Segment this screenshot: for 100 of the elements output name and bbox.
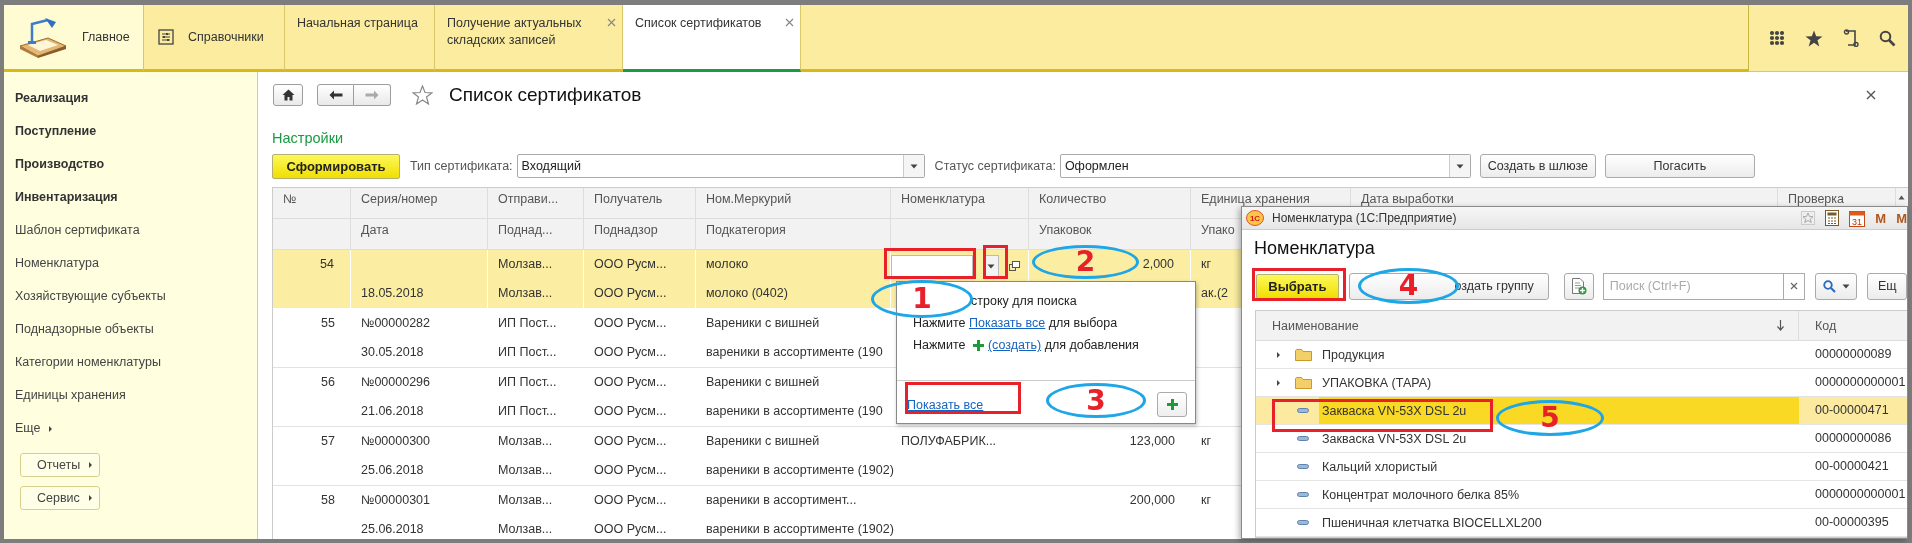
sidebar-item[interactable]: Шаблон сертификата <box>15 222 140 255</box>
open-window-icon[interactable] <box>1009 261 1020 271</box>
list-row[interactable]: Пшеничная клетчатка BIOCELLXL200 00-00000395 <box>1256 509 1907 537</box>
table-cell: вареники в ассортименте (190 <box>706 404 883 418</box>
app-logo-icon: 1С <box>1246 210 1264 226</box>
plus-icon <box>1166 399 1178 410</box>
add-button[interactable] <box>1157 392 1187 417</box>
home-button[interactable] <box>273 84 303 106</box>
item-code: 00-00000471 <box>1815 403 1889 417</box>
menu-button[interactable]: Сервис <box>20 486 100 510</box>
folder-icon <box>1294 348 1312 361</box>
sidebar-section[interactable]: Поступление <box>15 123 97 156</box>
sidebar-item[interactable]: Единицы хранения <box>15 387 126 420</box>
table-cell: 56 <box>321 375 335 389</box>
settings-link[interactable]: Настройки <box>272 130 344 148</box>
table-cell: ООО Русм... <box>594 345 667 359</box>
tab-close-icon <box>607 18 616 27</box>
close-icon[interactable] <box>1866 90 1876 100</box>
table-cell: 25.06.2018 <box>361 463 424 477</box>
generate-button[interactable]: Сформировать <box>272 153 400 179</box>
calculator-icon[interactable] <box>1825 210 1840 226</box>
table-cell: 55 <box>321 316 335 330</box>
show-all-link[interactable]: Показать все <box>907 397 984 412</box>
highlight-frame <box>983 245 1008 279</box>
star-outline-icon[interactable] <box>412 85 433 105</box>
link[interactable]: Показать все <box>968 316 1046 330</box>
more-menu[interactable]: Еще <box>15 420 54 453</box>
sidebar-item[interactable]: Хозяйствующие субъекты <box>15 288 166 321</box>
scroll-up-icon[interactable] <box>1898 195 1905 200</box>
desk-lamp-logo-icon <box>18 16 68 58</box>
forward-arrow-icon <box>365 90 379 100</box>
caret-icon <box>87 494 93 502</box>
table-cell: ООО Русм... <box>594 493 667 507</box>
menu-button[interactable]: Отчеты <box>20 453 100 477</box>
column-header: Дата <box>361 223 389 237</box>
column-header: Проверка <box>1788 192 1844 206</box>
link[interactable]: (создать) <box>987 338 1042 352</box>
search-icon <box>1822 279 1836 293</box>
item-code: 00-00000395 <box>1815 515 1889 529</box>
item-dash-icon <box>1297 492 1309 497</box>
sort-arrow-icon[interactable] <box>1777 320 1784 331</box>
column-header: № <box>283 192 297 206</box>
numbered-ellipse: 1 <box>871 280 973 318</box>
column-header: Код <box>1815 319 1837 333</box>
numbered-ellipse: 3 <box>1046 383 1146 418</box>
copy-add-button[interactable] <box>1563 272 1594 300</box>
column-header: Упаковок <box>1039 223 1092 237</box>
table-cell: ООО Русм... <box>594 522 667 536</box>
input-field[interactable] <box>891 255 973 277</box>
more-button[interactable]: Ещ <box>1867 272 1907 300</box>
sidebar-section[interactable]: Производство <box>15 156 105 189</box>
section-tab[interactable]: Главное <box>4 5 144 72</box>
action-button[interactable]: Погасить <box>1604 154 1755 178</box>
caret-icon <box>1841 283 1850 289</box>
select-button[interactable]: Выбрать <box>1256 273 1339 299</box>
table-cell: кг <box>1201 257 1212 271</box>
search-field[interactable]: Поиск (Ctrl+F) <box>1602 272 1783 300</box>
select-field[interactable]: Оформлен <box>1059 154 1471 178</box>
memory-button[interactable]: M <box>1896 210 1907 226</box>
apps-grid-icon[interactable] <box>1769 30 1785 46</box>
tab-close-icon <box>785 18 794 27</box>
table-cell: ПОЛУФАБРИК... <box>901 434 997 448</box>
plus-icon <box>972 340 984 351</box>
item-name: УПАКОВКА (ТАРА) <box>1322 375 1432 390</box>
select-field[interactable]: Входящий <box>516 154 925 178</box>
sidebar-section[interactable]: Реализация <box>15 90 89 123</box>
caret-icon <box>987 263 995 269</box>
page-tab[interactable]: Список сертификатов <box>623 5 801 72</box>
table-cell: Молзав... <box>498 463 553 477</box>
search-icon[interactable] <box>1879 29 1896 47</box>
table-cell: кг <box>1201 493 1212 507</box>
caret-icon <box>1276 378 1281 387</box>
item-code: 00-00000421 <box>1815 459 1889 473</box>
sidebar-item[interactable]: Поднадзорные объекты <box>15 321 154 354</box>
star-icon[interactable] <box>1805 29 1823 47</box>
caret-icon <box>1276 350 1281 359</box>
back-button[interactable] <box>317 84 354 106</box>
sidebar-section[interactable]: Инвентаризация <box>15 189 118 222</box>
list-row[interactable]: Продукция 00000000089 <box>1256 341 1907 369</box>
calendar-icon[interactable]: 31 <box>1849 209 1866 227</box>
search-button[interactable] <box>1815 272 1857 300</box>
sidebar-item[interactable]: Номенклатура <box>15 255 99 288</box>
list-row[interactable]: Концентрат молочного белка 85% 0000000000001 <box>1256 481 1907 509</box>
list-row[interactable]: Кальций хлористый 00-00000421 <box>1256 453 1907 481</box>
sidebar-item[interactable]: Категории номенклатуры <box>15 354 161 387</box>
item-name: Закваска VN-53X DSL 2u <box>1322 431 1467 446</box>
memory-button[interactable]: M <box>1875 210 1887 226</box>
column-header: Отправи... <box>498 192 559 206</box>
page-tab[interactable]: Начальная страница <box>285 5 435 72</box>
table-cell: 21.06.2018 <box>361 404 424 418</box>
item-code: 0000000000001 <box>1815 375 1906 389</box>
star-icon[interactable] <box>1801 211 1816 225</box>
action-button[interactable]: Создать в шлюзе <box>1479 154 1596 178</box>
scroll-icon[interactable] <box>1843 29 1859 47</box>
table-cell: ООО Русм... <box>594 286 667 300</box>
caret-icon <box>1455 163 1464 169</box>
column-header: Серия/номер <box>361 192 438 206</box>
table-cell: Молзав... <box>498 257 553 271</box>
column-header: Дата выработки <box>1361 192 1454 206</box>
table-cell: вареники в ассортимент... <box>706 493 857 507</box>
